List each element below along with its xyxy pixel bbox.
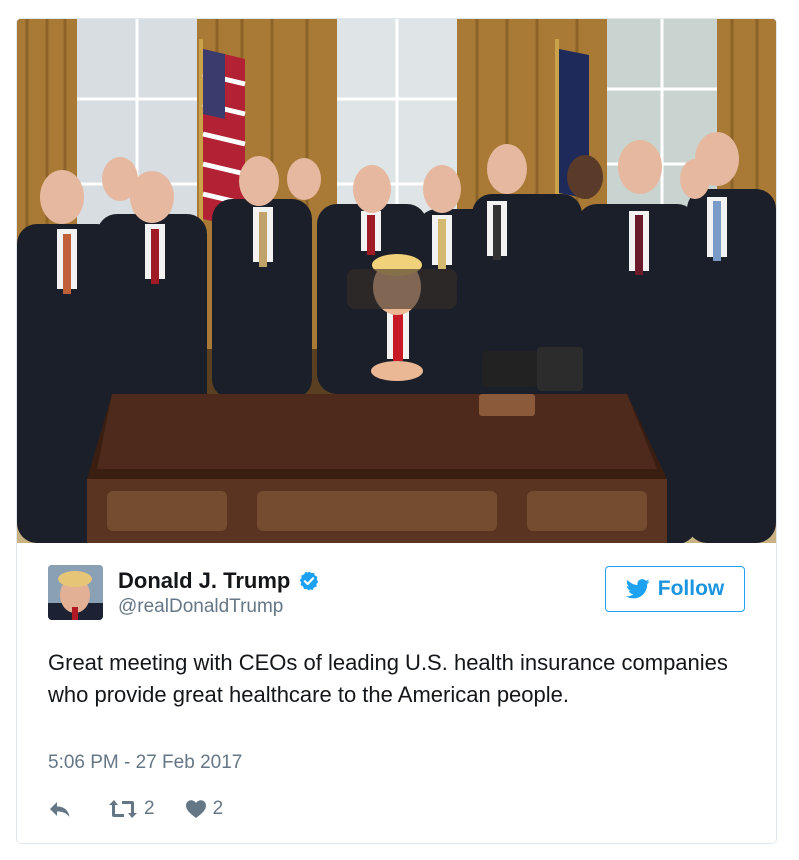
reply-button[interactable] [48,799,78,819]
author-display-name[interactable]: Donald J. Trump [118,567,320,595]
like-count: 2 [212,798,224,819]
tweet-author: Donald J. Trump @realDonaldTrump [48,565,608,621]
retweet-count: 2 [144,798,155,819]
like-button[interactable]: 2 [185,798,224,820]
heart-icon [185,800,206,818]
author-handle[interactable]: @realDonaldTrump [118,595,320,619]
display-name-text: Donald J. Trump [118,568,291,593]
follow-button[interactable]: Follow [605,566,745,612]
verified-badge-icon [300,571,319,591]
embedded-tweet-card: Donald J. Trump @realDonaldTrump Follow … [16,18,777,844]
avatar[interactable] [48,565,103,620]
author-names[interactable]: Donald J. Trump @realDonaldTrump [118,567,320,619]
reply-icon [50,802,70,817]
tweet-text: Great meeting with CEOs of leading U.S. … [48,650,728,707]
retweet-icon [109,800,137,818]
tweet-timestamp[interactable]: 5:06 PM - 27 Feb 2017 [48,751,242,775]
twitter-bird-icon [625,579,650,599]
tweet-actions: 2 2 [48,795,253,823]
retweet-button[interactable]: 2 [108,798,155,820]
follow-label: Follow [657,577,725,600]
tweet-photo[interactable] [17,19,776,543]
